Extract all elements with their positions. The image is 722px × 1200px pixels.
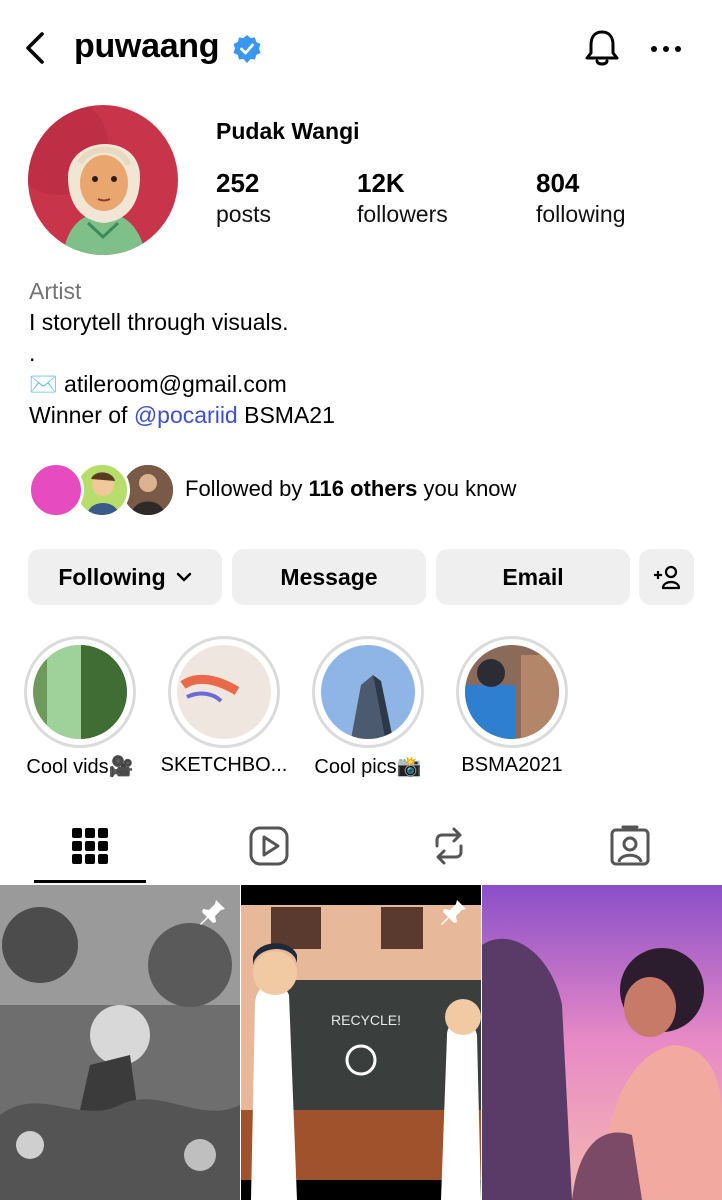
email-button-label: Email — [502, 563, 564, 590]
posts-stat[interactable]: 252 posts — [216, 168, 271, 230]
highlight-label: SKETCHBO... — [160, 754, 288, 776]
following-stat[interactable]: 804 following — [536, 168, 626, 230]
reels-icon[interactable] — [247, 824, 291, 868]
posts-label: posts — [216, 201, 271, 227]
bio-award-line: Winner of @pocariid BSMA21 — [29, 400, 335, 431]
active-tab-indicator — [34, 880, 146, 883]
profile-username: puwaang — [74, 27, 220, 65]
bell-icon[interactable] — [580, 26, 624, 70]
highlight-label: BSMA2021 — [461, 754, 563, 776]
mutual-avatar — [28, 462, 84, 518]
highlight-label: Cool vids🎥 — [26, 756, 134, 778]
grid-icon[interactable] — [68, 824, 112, 868]
email-button[interactable]: Email — [436, 549, 630, 605]
back-arrow-icon[interactable] — [18, 28, 52, 68]
profile-category: Artist — [29, 278, 82, 304]
mutual-followers-text: Followed by 116 others you know — [185, 476, 516, 502]
posts-count: 252 — [216, 168, 260, 198]
post-thumbnail[interactable] — [0, 885, 240, 1200]
following-count: 804 — [536, 168, 580, 198]
envelope-icon: ✉️ — [29, 371, 58, 397]
message-button[interactable]: Message — [232, 549, 426, 605]
following-label: following — [536, 201, 626, 227]
bio-email[interactable]: atileroom@gmail.com — [64, 371, 287, 397]
highlight-cover — [465, 645, 559, 739]
post-thumbnail[interactable]: RECYCLE! — [241, 885, 481, 1200]
bio-line: I storytell through visuals. — [29, 309, 289, 335]
followers-count: 12K — [357, 168, 405, 198]
chevron-down-icon — [176, 572, 191, 582]
more-options-icon[interactable] — [646, 32, 686, 66]
pin-icon — [441, 900, 466, 925]
add-person-icon — [653, 565, 680, 590]
highlight-cover — [321, 645, 415, 739]
highlight-cover — [33, 645, 127, 739]
mutual-suffix: you know — [423, 476, 517, 501]
bio-text: BSMA21 — [244, 402, 335, 428]
post-thumbnail[interactable] — [482, 885, 722, 1200]
add-user-button[interactable] — [639, 549, 694, 605]
tagged-icon[interactable] — [608, 824, 652, 868]
pin-icon — [200, 900, 225, 925]
message-button-label: Message — [280, 563, 378, 590]
profile-full-name: Pudak Wangi — [216, 118, 360, 144]
bio-mention-link[interactable]: @pocariid — [134, 402, 238, 428]
highlight-cover — [177, 645, 271, 739]
followers-label: followers — [357, 201, 448, 227]
bio-email-line: ✉️ atileroom@gmail.com — [29, 369, 335, 400]
bio-line: . — [29, 340, 36, 366]
following-button-label: Following — [58, 563, 166, 590]
reposts-icon[interactable] — [427, 824, 471, 868]
post-grid: RECYCLE! — [0, 885, 722, 1200]
svg-text:RECYCLE!: RECYCLE! — [331, 1012, 401, 1028]
bio-text: Winner of — [29, 402, 128, 428]
top-bar: puwaang — [0, 0, 722, 100]
following-button[interactable]: Following — [28, 549, 222, 605]
verified-badge-icon — [233, 35, 261, 63]
profile-bio: Artist I storytell through visuals. . ✉️… — [29, 276, 335, 431]
followers-stat[interactable]: 12K followers — [357, 168, 448, 230]
profile-avatar[interactable] — [28, 105, 178, 255]
highlight-label: Cool pics📸 — [314, 756, 422, 778]
profile-tabs — [0, 810, 722, 884]
mutual-prefix: Followed by — [185, 476, 303, 501]
mutual-count: 116 others — [308, 476, 418, 501]
mutual-followers[interactable]: Followed by 116 others you know — [28, 462, 708, 520]
